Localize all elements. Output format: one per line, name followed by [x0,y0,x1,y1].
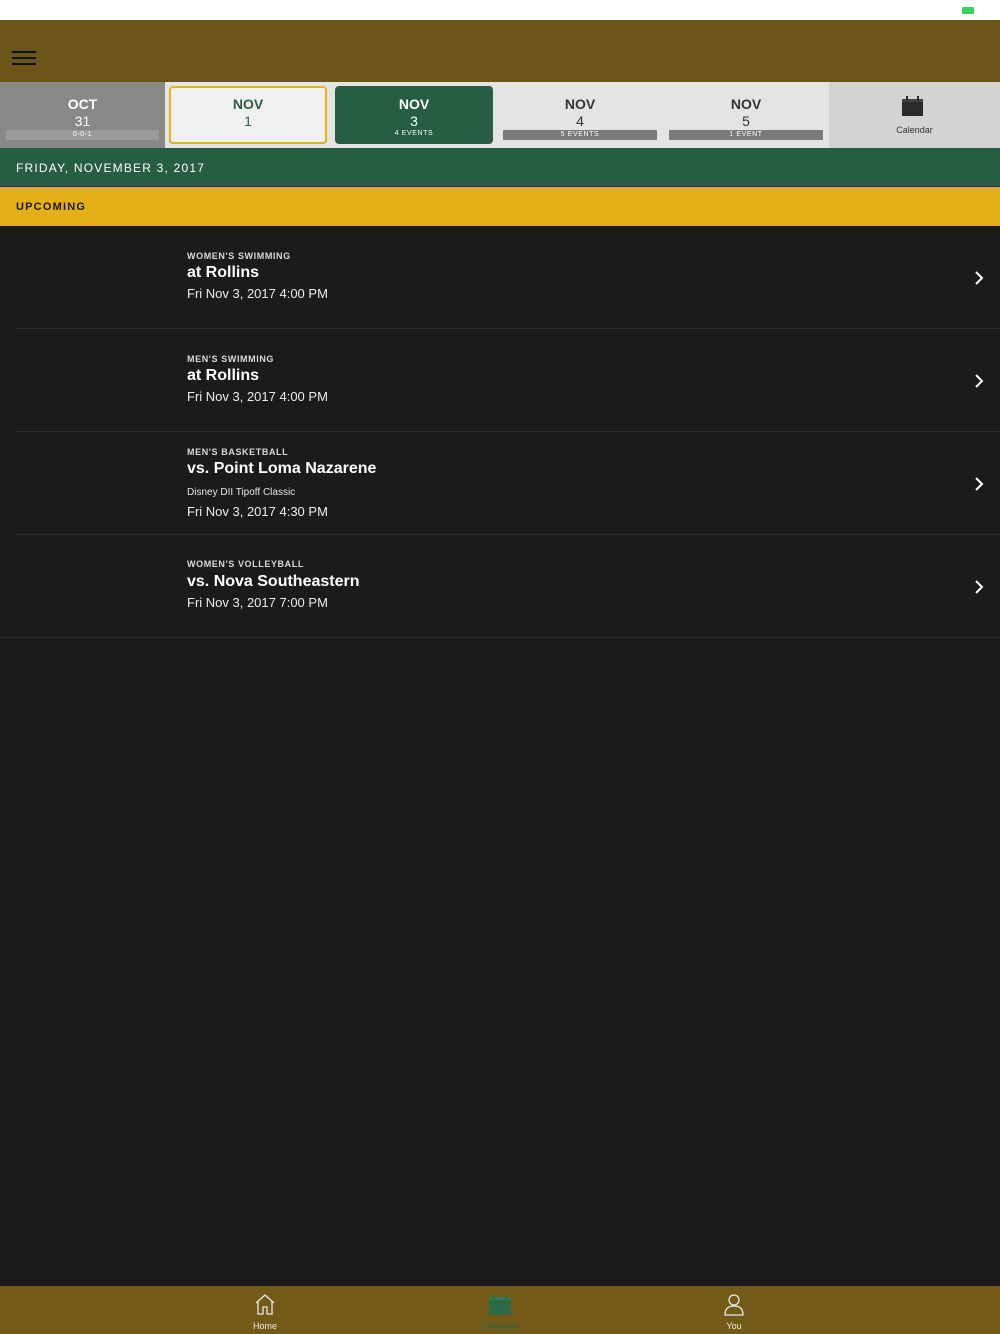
date-cell-oct-31[interactable]: OCT 31 0-0-1 [0,82,165,148]
date-cell-nov-5[interactable]: NOV 5 1 EVENT [663,82,829,148]
date-events-badge: 1 EVENT [669,130,823,140]
event-sport: MEN'S SWIMMING [187,354,275,364]
upcoming-section-header: UPCOMING [0,187,1000,226]
date-cell-nov-4[interactable]: NOV 4 5 EVENTS [497,82,663,148]
event-list: WOMEN'S SWIMMING at Rollins Fri Nov 3, 2… [0,226,1000,638]
event-row[interactable]: MEN'S SWIMMING at Rollins Fri Nov 3, 201… [0,329,1000,432]
event-row[interactable]: WOMEN'S SWIMMING at Rollins Fri Nov 3, 2… [0,226,1000,329]
status-bar [0,0,1000,20]
event-row[interactable]: MEN'S BASKETBALL vs. Point Loma Nazarene… [0,432,1000,535]
tab-home[interactable]: Home [205,1286,325,1334]
event-opponent: at Rollins [187,367,260,384]
event-opponent: vs. Nova Southeastern [187,573,360,590]
top-navigation-bar [0,20,1000,82]
date-day: 5 [742,113,750,129]
date-cell-nov-3-selected[interactable]: NOV 3 4 EVENTS [335,86,493,144]
date-month: NOV [398,96,430,112]
date-cell-nov-1[interactable]: NOV 1 [169,86,327,144]
calendar-button[interactable]: Calendar [829,82,1000,148]
date-record-badge: 0-0-1 [6,130,159,140]
person-icon [724,1294,744,1316]
date-day: 31 [74,113,91,129]
calendar-label: Calendar [896,125,933,135]
event-opponent: vs. Point Loma Nazarene [187,460,377,477]
tab-label: Home [252,1321,277,1331]
event-time: Fri Nov 3, 2017 7:00 PM [187,595,328,610]
chevron-right-icon [975,477,984,491]
date-day: 4 [576,113,584,129]
event-sport: MEN'S BASKETBALL [187,447,289,457]
date-month: OCT [67,96,98,112]
event-row[interactable]: WOMEN'S VOLLEYBALL vs. Nova Southeastern… [0,535,1000,638]
date-events-badge: 4 EVENTS [394,130,434,137]
selected-day-title: FRIDAY, NOVEMBER 3, 2017 [16,161,206,175]
chevron-right-icon [975,580,984,594]
event-time: Fri Nov 3, 2017 4:00 PM [187,389,328,404]
schedule-calendar-icon [489,1294,511,1315]
event-sport: WOMEN'S SWIMMING [187,251,291,261]
home-icon [255,1294,275,1315]
date-strip: OCT 31 0-0-1 NOV 1 NOV 3 4 EVENTS NOV 4 … [0,82,1000,148]
calendar-icon [902,96,923,116]
bottom-tab-bar: Home Schedule You [0,1286,1000,1334]
selected-day-header: FRIDAY, NOVEMBER 3, 2017 [0,148,1000,187]
date-day: 1 [244,113,252,129]
date-day: 3 [410,113,418,129]
date-month: NOV [564,96,596,112]
event-sport: WOMEN'S VOLLEYBALL [187,559,304,569]
event-opponent: at Rollins [187,264,260,281]
event-time: Fri Nov 3, 2017 4:30 PM [187,504,328,519]
chevron-right-icon [975,374,984,388]
tab-schedule[interactable]: Schedule [440,1286,560,1334]
tab-you[interactable]: You [674,1286,794,1334]
chevron-right-icon [975,271,984,285]
tab-label: You [726,1321,742,1331]
event-time: Fri Nov 3, 2017 4:00 PM [187,286,328,301]
event-tournament-note: Disney DII Tipoff Classic [187,487,296,498]
date-events-badge: 5 EVENTS [503,130,657,140]
date-month: NOV [232,96,264,112]
section-label: UPCOMING [16,201,87,213]
hamburger-menu-icon[interactable] [12,51,36,69]
date-month: NOV [730,96,762,112]
battery-icon [962,7,974,14]
tab-label: Schedule [481,1321,519,1331]
